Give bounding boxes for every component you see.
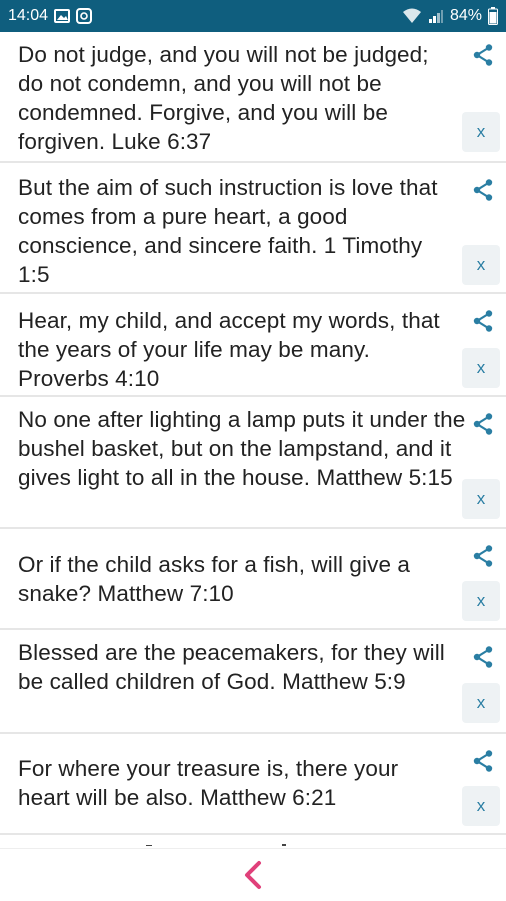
share-button[interactable] (470, 308, 496, 334)
verse-card: Do not judge, and you will not be judged… (0, 32, 506, 163)
next-verse-peek (18, 836, 488, 846)
verse-card: Hear, my child, and accept my words, tha… (0, 294, 506, 397)
notification-icon (76, 8, 93, 24)
clock: 14:04 (8, 7, 49, 24)
wifi-icon (402, 8, 422, 24)
verse-text: Or if the child asks for a fish, will gi… (18, 552, 411, 606)
share-icon (473, 545, 493, 567)
back-button[interactable] (233, 855, 273, 895)
verse-list[interactable]: Do not judge, and you will not be judged… (0, 32, 506, 848)
close-button[interactable]: x (462, 479, 500, 519)
share-icon (473, 179, 493, 201)
verse-card: For where your treasure is, there your h… (0, 734, 506, 835)
close-button[interactable]: x (462, 348, 500, 388)
share-button[interactable] (470, 411, 496, 437)
image-icon (54, 9, 71, 23)
share-icon (473, 413, 493, 435)
verse-card: No one after lighting a lamp puts it und… (0, 397, 506, 529)
bottom-bar (0, 848, 506, 901)
verse-text: No one after lighting a lamp puts it und… (18, 407, 466, 490)
status-bar-left: 14:04 (8, 7, 93, 25)
battery-percent: 84% (449, 7, 482, 24)
share-icon (473, 44, 493, 66)
share-button[interactable] (470, 177, 496, 203)
share-button[interactable] (470, 543, 496, 569)
verse-text: Blessed are the peacemakers, for they wi… (18, 640, 445, 694)
verse-card: But the aim of such instruction is love … (0, 163, 506, 294)
verse-text: For where your treasure is, there your h… (18, 756, 399, 810)
share-icon (473, 646, 493, 668)
share-button[interactable] (470, 42, 496, 68)
close-button[interactable]: x (462, 581, 500, 621)
status-bar: 14:04 84% (0, 0, 506, 32)
signal-icon (428, 8, 444, 24)
verse-text: Do not judge, and you will not be judged… (18, 42, 429, 154)
share-button[interactable] (470, 748, 496, 774)
share-icon (473, 310, 493, 332)
chevron-left-icon (245, 861, 261, 889)
verse-card: Blessed are the peacemakers, for they wi… (0, 630, 506, 734)
verse-card: Or if the child asks for a fish, will gi… (0, 529, 506, 630)
close-button[interactable]: x (462, 245, 500, 285)
close-button[interactable]: x (462, 786, 500, 826)
close-button[interactable]: x (462, 683, 500, 723)
verse-text: But the aim of such instruction is love … (18, 175, 438, 287)
verse-text: Hear, my child, and accept my words, tha… (18, 308, 440, 391)
close-button[interactable]: x (462, 112, 500, 152)
status-bar-right: 84% (402, 7, 498, 25)
share-button[interactable] (470, 644, 496, 670)
battery-icon (488, 7, 498, 25)
share-icon (473, 750, 493, 772)
